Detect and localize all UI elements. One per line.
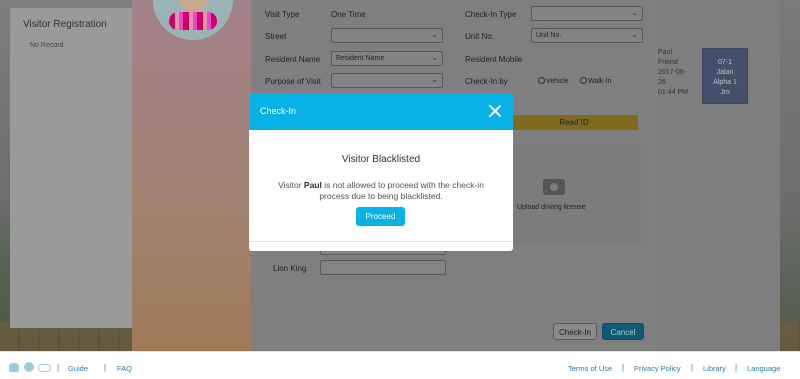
visit-type-value: One Time: [331, 10, 366, 19]
footer-separator: |: [104, 363, 107, 372]
resident-name-label: Resident Name: [265, 55, 321, 64]
dialog-title: Check-In: [260, 106, 297, 116]
visit-type-label: Visit Type: [265, 10, 300, 19]
library-link[interactable]: Library: [703, 364, 726, 373]
resident-name-select[interactable]: Resident Name ⌄: [331, 51, 443, 66]
dialog-heading: Visitor Blacklisted: [341, 154, 421, 165]
chevron-down-icon: ⌄: [431, 75, 438, 84]
vehicle-radio[interactable]: Vehicle: [538, 77, 569, 85]
android-icon[interactable]: [8, 360, 20, 372]
apple-icon[interactable]: [23, 360, 35, 372]
unit-card-line: Jm: [720, 89, 730, 96]
walkin-radio-label: Walk-In: [588, 78, 612, 85]
vehicle-radio-label: Vehicle: [546, 78, 569, 85]
checkin-by-label: Check-In by: [465, 77, 508, 86]
read-id-button[interactable]: Read ID: [510, 115, 638, 130]
close-icon[interactable]: [487, 103, 503, 119]
radio-icon: [538, 77, 545, 84]
chevron-down-icon: ⌄: [631, 30, 638, 39]
blacklist-dialog: Check-In Visitor Blacklisted Visitor Pau…: [249, 93, 513, 251]
lion-king-label: Lion King: [273, 264, 307, 273]
resident-mobile-label: Resident Mobile: [465, 55, 523, 64]
radio-icon: [580, 77, 587, 84]
upload-driving-license[interactable]: Upload driving license: [505, 143, 641, 246]
message-prefix: Visitor: [278, 180, 304, 190]
upload-label: Upload driving license: [517, 204, 586, 211]
proceed-button[interactable]: Proceed: [356, 207, 405, 226]
lion-king-field[interactable]: [320, 260, 446, 275]
visitor-summary-line: 26: [658, 79, 666, 86]
checkin-button[interactable]: Check-In: [553, 323, 597, 340]
chevron-down-icon: ⌄: [431, 53, 438, 62]
chevron-down-icon: ⌄: [631, 8, 638, 17]
message-suffix: is not allowed to proceed with the check…: [319, 180, 484, 201]
unit-card-line: 07-1: [717, 59, 732, 66]
privacy-link[interactable]: Privacy Policy: [634, 364, 681, 373]
unit-no-select-value: Unit No.: [536, 32, 562, 39]
visitor-summary-line: Friend: [658, 59, 678, 66]
cancel-button[interactable]: Cancel: [602, 323, 644, 340]
chevron-down-icon: ⌄: [431, 30, 438, 39]
visitor-summary: Paul Friend 2017-06- 26 01:44 PM: [658, 48, 688, 98]
dialog-divider: [249, 241, 513, 242]
avatar-column: [132, 0, 251, 351]
unit-no-label: Unit No.: [465, 32, 494, 41]
street-select[interactable]: ⌄: [331, 28, 443, 43]
cloud-icon[interactable]: [38, 360, 51, 372]
visitor-name: Paul: [303, 180, 322, 190]
footer-separator: |: [735, 363, 738, 372]
resident-name-select-value: Resident Name: [336, 55, 385, 62]
unit-card-line: Alpha 1: [713, 79, 737, 86]
dialog-header: Check-In: [249, 93, 513, 130]
purpose-select[interactable]: ⌄: [331, 73, 443, 88]
faq-link[interactable]: FAQ: [117, 364, 132, 373]
guide-link[interactable]: Guide: [68, 364, 88, 373]
visitor-registration-panel: Visitor Registration No Record: [10, 8, 132, 328]
camera-icon: [543, 179, 565, 195]
unit-card: 07-1 Jalan Alpha 1 Jm: [702, 48, 748, 104]
purpose-label: Purpose of Visit: [265, 77, 321, 86]
unit-no-select[interactable]: Unit No. ⌄: [531, 28, 643, 43]
visitor-summary-line: 01:44 PM: [658, 89, 688, 96]
footer-separator: |: [691, 363, 694, 372]
footer-separator: |: [622, 363, 625, 372]
footer-separator: |: [57, 363, 60, 372]
walkin-radio[interactable]: Walk-In: [580, 77, 611, 85]
checkin-type-select[interactable]: ⌄: [531, 6, 643, 21]
panel-title: Visitor Registration: [23, 19, 107, 30]
dialog-message: Visitor Paul is not allowed to proceed w…: [271, 180, 491, 202]
panel-status: No Record: [30, 42, 64, 49]
visitor-summary-line: 2017-06-: [658, 69, 687, 76]
terms-link[interactable]: Terms of Use: [568, 364, 612, 373]
street-label: Street: [265, 32, 287, 41]
visitor-summary-line: Paul: [658, 49, 673, 56]
background-right: [780, 0, 800, 351]
unit-card-line: Jalan: [716, 69, 734, 76]
footer: | Guide | FAQ Terms of Use | Privacy Pol…: [0, 351, 800, 379]
checkin-type-label: Check-In Type: [465, 10, 517, 19]
language-link[interactable]: Language: [747, 364, 780, 373]
